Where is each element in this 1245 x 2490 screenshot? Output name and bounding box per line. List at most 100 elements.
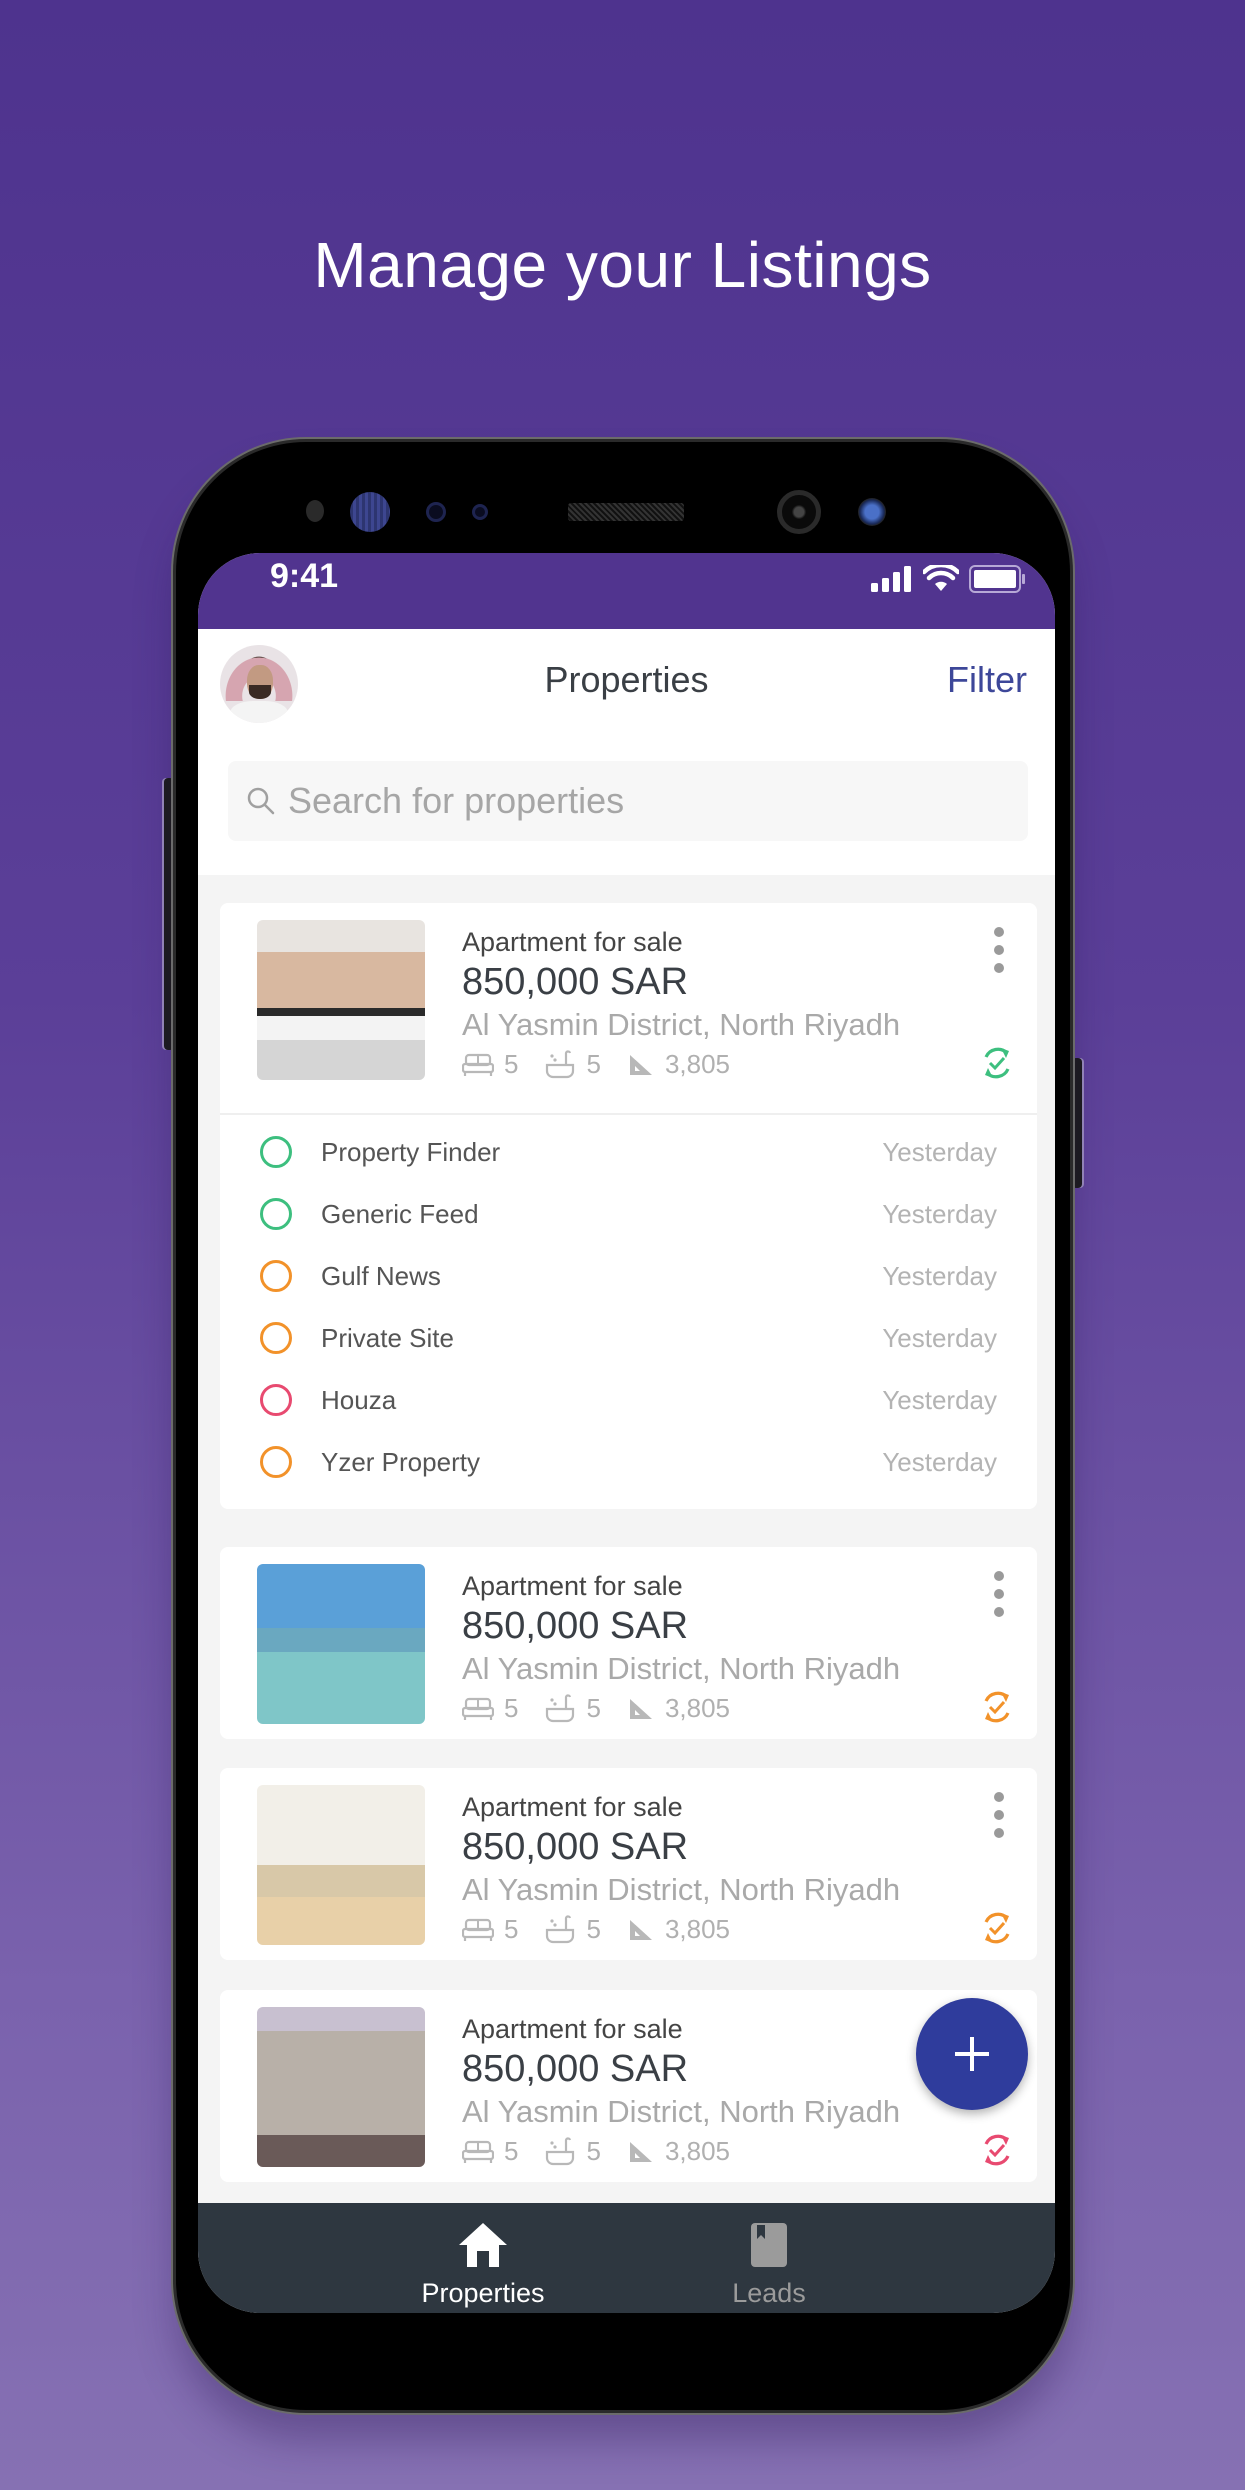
property-location: Al Yasmin District, North Riyadh	[462, 1651, 901, 1686]
portal-row[interactable]: Gulf News Yesterday	[220, 1245, 1037, 1307]
portal-status-icon	[260, 1384, 292, 1416]
home-icon	[459, 2223, 507, 2267]
portal-name: Property Finder	[321, 1136, 501, 1167]
search-icon	[247, 787, 275, 815]
area-icon	[629, 2141, 652, 2162]
portal-status-icon	[260, 1260, 292, 1292]
portal-date: Yesterday	[882, 1322, 997, 1353]
battery-icon	[969, 565, 1025, 593]
search-input[interactable]	[288, 780, 988, 822]
property-card[interactable]: Apartment for sale 850,000 SAR Al Yasmin D…	[220, 903, 1037, 1509]
dot	[994, 945, 1004, 955]
portal-date: Yesterday	[882, 1136, 997, 1167]
plus-icon	[955, 2037, 989, 2071]
nav-properties[interactable]: Properties	[393, 2221, 573, 2309]
proximity-sensor	[426, 502, 446, 522]
add-property-button[interactable]	[916, 1998, 1028, 2110]
earpiece-speaker	[568, 503, 684, 521]
portal-date: Yesterday	[882, 1446, 997, 1477]
property-thumbnail[interactable]	[257, 1785, 425, 1945]
dot	[994, 1810, 1004, 1820]
area-spec: 3,805	[627, 1693, 730, 1724]
property-location: Al Yasmin District, North Riyadh	[462, 2094, 901, 2129]
portal-date: Yesterday	[882, 1384, 997, 1415]
bed-icon	[462, 2140, 494, 2163]
property-thumbnail[interactable]	[257, 920, 425, 1080]
area-icon	[629, 1919, 652, 1940]
nav-label: Properties	[421, 2278, 545, 2308]
iris-scanner	[350, 492, 390, 532]
property-location: Al Yasmin District, North Riyadh	[462, 1007, 901, 1042]
portal-row[interactable]: Yzer Property Yesterday	[220, 1431, 1037, 1493]
property-summary[interactable]: Apartment for sale 850,000 SAR Al Yasmin D…	[220, 1547, 1037, 1739]
portal-name: Private Site	[321, 1322, 454, 1353]
portal-row[interactable]: Property Finder Yesterday	[220, 1121, 1037, 1183]
more-options-button[interactable]	[989, 1571, 1009, 1617]
area-spec: 3,805	[627, 1914, 730, 1945]
dot	[994, 1571, 1004, 1581]
portal-name: Gulf News	[321, 1260, 441, 1291]
area-value: 3,805	[664, 2136, 731, 2166]
bed-icon	[462, 1053, 494, 1076]
area-value: 3,805	[664, 1049, 731, 1079]
bathtub-icon	[546, 1049, 575, 1078]
property-card[interactable]: Apartment for sale 850,000 SAR Al Yasmin D…	[220, 1768, 1037, 1960]
baths-spec: 5	[544, 1049, 601, 1080]
dot	[994, 1828, 1004, 1838]
front-camera	[777, 490, 821, 534]
property-price: 850,000 SAR	[462, 1605, 689, 1647]
search-bar[interactable]	[228, 761, 1028, 841]
property-location: Al Yasmin District, North Riyadh	[462, 1872, 901, 1907]
property-thumbnail[interactable]	[257, 2007, 425, 2167]
bottom-nav: Properties Leads	[198, 2203, 1055, 2313]
property-type: Apartment for sale	[462, 1571, 683, 1601]
property-type: Apartment for sale	[462, 1792, 683, 1822]
dot	[994, 1792, 1004, 1802]
book-icon	[751, 2223, 787, 2267]
dot	[994, 1589, 1004, 1599]
property-summary[interactable]: Apartment for sale 850,000 SAR Al Yasmin D…	[220, 903, 1037, 1095]
area-spec: 3,805	[627, 1049, 730, 1080]
status-time: 9:41	[270, 557, 339, 595]
property-specs: 5 5 3,805	[462, 1693, 756, 1724]
page-title: Properties	[544, 659, 709, 700]
wifi-icon	[923, 565, 959, 591]
listings-list: Apartment for sale 850,000 SAR Al Yasmin D…	[198, 875, 1055, 2203]
sensor-dot	[306, 500, 324, 522]
nav-leads[interactable]: Leads	[679, 2221, 859, 2309]
property-summary[interactable]: Apartment for sale 850,000 SAR Al Yasmin D…	[220, 1990, 1037, 2182]
property-card[interactable]: Apartment for sale 850,000 SAR Al Yasmin D…	[220, 1990, 1037, 2182]
sync-status-icon	[984, 1047, 1010, 1079]
portal-status-icon	[260, 1446, 292, 1478]
portal-list: Property Finder Yesterday Generic Feed Yest…	[220, 1115, 1037, 1509]
portal-date: Yesterday	[882, 1198, 997, 1229]
portal-row[interactable]: Private Site Yesterday	[220, 1307, 1037, 1369]
headline: Manage your Listings	[313, 229, 932, 301]
baths-count: 5	[586, 2136, 601, 2166]
portal-row[interactable]: Houza Yesterday	[220, 1369, 1037, 1431]
beds-spec: 5	[462, 1049, 518, 1080]
portal-row[interactable]: Generic Feed Yesterday	[220, 1183, 1037, 1245]
baths-spec: 5	[544, 1914, 601, 1945]
area-spec: 3,805	[627, 2136, 730, 2167]
sync-status-icon	[984, 1691, 1010, 1723]
property-type: Apartment for sale	[462, 927, 683, 957]
property-thumbnail[interactable]	[257, 1564, 425, 1724]
property-specs: 5 5 3,805	[462, 1914, 756, 1945]
light-sensor	[472, 504, 488, 520]
sync-status-icon	[984, 1912, 1010, 1944]
bathtub-icon	[546, 1693, 575, 1722]
area-value: 3,805	[664, 1914, 731, 1944]
more-options-button[interactable]	[989, 927, 1009, 973]
more-options-button[interactable]	[989, 1792, 1009, 1838]
area-icon	[629, 1698, 652, 1719]
property-card[interactable]: Apartment for sale 850,000 SAR Al Yasmin D…	[220, 1547, 1037, 1739]
portal-status-icon	[260, 1136, 292, 1168]
property-summary[interactable]: Apartment for sale 850,000 SAR Al Yasmin D…	[220, 1768, 1037, 1960]
bathtub-icon	[546, 1914, 575, 1943]
baths-spec: 5	[544, 1693, 601, 1724]
bed-icon	[462, 1697, 494, 1720]
portal-name: Houza	[321, 1384, 397, 1415]
filter-button[interactable]: Filter	[947, 659, 1027, 701]
baths-count: 5	[586, 1693, 601, 1723]
